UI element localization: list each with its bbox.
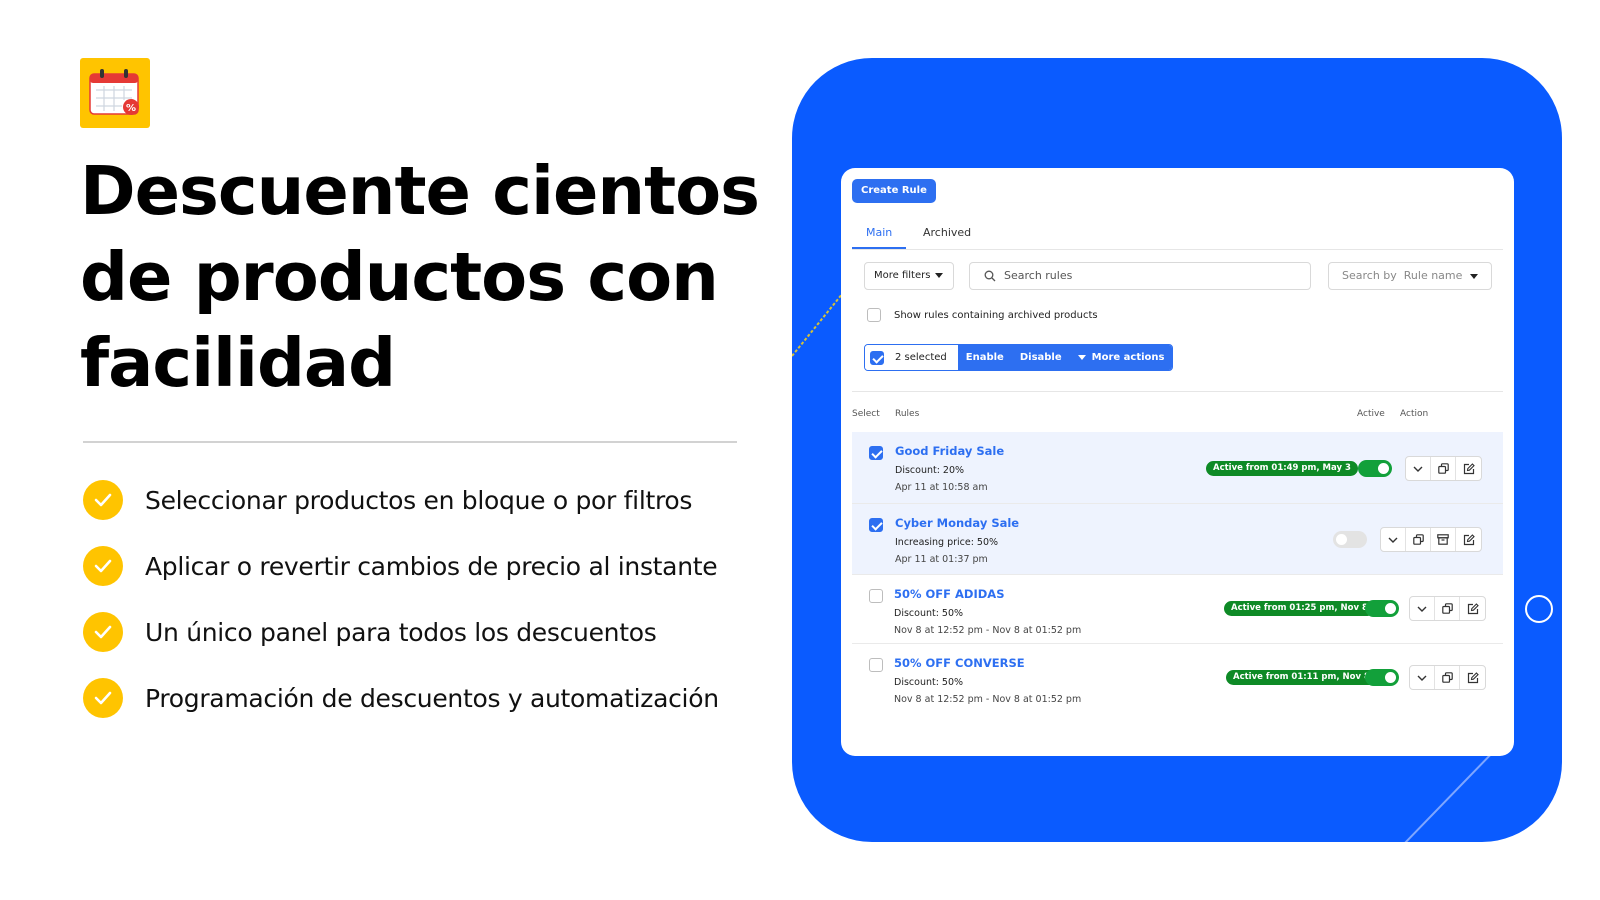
- row-checkbox[interactable]: [869, 446, 883, 460]
- tab-archived[interactable]: Archived: [923, 226, 971, 248]
- row-checkbox[interactable]: [869, 518, 883, 532]
- copy-icon[interactable]: [1431, 457, 1456, 480]
- feature-item: Aplicar o revertir cambios de precio al …: [83, 546, 719, 612]
- active-toggle[interactable]: [1365, 669, 1399, 686]
- feature-text: Un único panel para todos los descuentos: [145, 618, 657, 647]
- separator: [852, 391, 1503, 392]
- show-archived-label: Show rules containing archived products: [894, 309, 1098, 321]
- edit-icon[interactable]: [1460, 597, 1485, 620]
- column-header-select: Select: [852, 409, 880, 419]
- row-actions: [1409, 596, 1486, 621]
- rule-name-link[interactable]: Good Friday Sale: [895, 444, 1004, 458]
- check-icon: [83, 678, 123, 718]
- chevron-down-icon[interactable]: [1410, 597, 1435, 620]
- caret-down-icon: [935, 272, 944, 278]
- rule-description: Increasing price: 50%: [895, 537, 999, 548]
- table-row[interactable]: Cyber Monday Sale Increasing price: 50% …: [852, 504, 1503, 575]
- feature-item: Programación de descuentos y automatizac…: [83, 678, 719, 744]
- edit-icon[interactable]: [1460, 666, 1485, 689]
- table-row[interactable]: 50% OFF CONVERSE Discount: 50% Nov 8 at …: [852, 644, 1503, 714]
- check-icon: [83, 612, 123, 652]
- feature-text: Seleccionar productos en bloque o por fi…: [145, 486, 693, 515]
- calendar-discount-icon: %: [89, 69, 139, 115]
- create-rule-button[interactable]: Create Rule: [852, 179, 936, 203]
- feature-item: Un único panel para todos los descuentos: [83, 612, 719, 678]
- caret-down-icon: [1077, 355, 1086, 360]
- check-icon: [83, 546, 123, 586]
- chevron-down-icon[interactable]: [1406, 457, 1431, 480]
- show-archived-toggle[interactable]: Show rules containing archived products: [867, 308, 1098, 322]
- row-checkbox[interactable]: [869, 589, 883, 603]
- feature-list: Seleccionar productos en bloque o por fi…: [83, 480, 719, 744]
- rule-description: Discount: 50%: [894, 608, 964, 619]
- more-filters-label: More filters: [874, 270, 931, 281]
- edit-icon[interactable]: [1456, 457, 1481, 480]
- rule-description: Discount: 20%: [895, 465, 965, 476]
- svg-text:%: %: [126, 103, 136, 114]
- tab-bar: Main Archived: [852, 220, 1503, 250]
- rules-app-window: Create Rule Main Archived More filters S…: [841, 168, 1514, 756]
- headline: Descuente cientos de productos con facil…: [80, 152, 760, 402]
- enable-button[interactable]: Enable: [957, 345, 1012, 370]
- check-icon: [83, 480, 123, 520]
- divider: [83, 441, 737, 443]
- copy-icon[interactable]: [1435, 597, 1460, 620]
- table-row[interactable]: 50% OFF ADIDAS Discount: 50% Nov 8 at 12…: [852, 575, 1503, 644]
- more-actions-button[interactable]: More actions: [1069, 345, 1173, 370]
- feature-text: Programación de descuentos y automatizac…: [145, 684, 719, 713]
- decorative-ring: [1525, 595, 1553, 623]
- rule-date: Apr 11 at 10:58 am: [895, 482, 988, 493]
- active-toggle[interactable]: [1365, 600, 1399, 617]
- rule-description: Discount: 50%: [894, 677, 964, 688]
- chevron-down-icon[interactable]: [1410, 666, 1435, 689]
- rule-date: Apr 11 at 01:37 pm: [895, 554, 988, 565]
- select-all-checkbox[interactable]: [870, 350, 884, 365]
- caret-down-icon: [1470, 273, 1479, 279]
- status-badge: Active from 01:25 pm, Nov 8: [1224, 601, 1375, 616]
- search-by-label: Search by Rule name: [1342, 269, 1463, 282]
- column-header-rules: Rules: [895, 409, 920, 419]
- feature-item: Seleccionar productos en bloque o por fi…: [83, 480, 719, 546]
- table-row[interactable]: Good Friday Sale Discount: 20% Apr 11 at…: [852, 432, 1503, 504]
- edit-icon[interactable]: [1456, 528, 1481, 551]
- rule-name-link[interactable]: 50% OFF CONVERSE: [894, 656, 1025, 670]
- app-logo: %: [80, 58, 150, 128]
- copy-icon[interactable]: [1406, 528, 1431, 551]
- row-actions: [1409, 665, 1486, 690]
- archive-icon[interactable]: [1431, 528, 1456, 551]
- feature-text: Aplicar o revertir cambios de precio al …: [145, 552, 718, 581]
- search-by-dropdown[interactable]: Search by Rule name: [1328, 262, 1492, 290]
- column-header-action: Action: [1400, 409, 1429, 419]
- rule-date: Nov 8 at 12:52 pm - Nov 8 at 01:52 pm: [894, 694, 1082, 705]
- status-badge: Active from 01:11 pm, Nov 8: [1226, 670, 1377, 685]
- disable-button[interactable]: Disable: [1011, 345, 1070, 370]
- tab-main[interactable]: Main: [852, 226, 907, 249]
- more-actions-label: More actions: [1091, 352, 1165, 363]
- column-header-active: Active: [1357, 409, 1385, 419]
- row-checkbox[interactable]: [869, 658, 883, 672]
- status-badge: Active from 01:49 pm, May 3: [1206, 461, 1358, 476]
- show-archived-checkbox[interactable]: [867, 308, 881, 322]
- search-icon: [984, 270, 996, 282]
- rule-date: Nov 8 at 12:52 pm - Nov 8 at 01:52 pm: [894, 625, 1082, 636]
- copy-icon[interactable]: [1435, 666, 1460, 689]
- chevron-down-icon[interactable]: [1381, 528, 1406, 551]
- row-actions: [1380, 527, 1482, 552]
- bulk-action-bar: 2 selected Enable Disable More actions: [864, 344, 1174, 371]
- search-placeholder: Search rules: [1004, 269, 1073, 282]
- row-actions: [1405, 456, 1482, 481]
- active-toggle[interactable]: [1358, 460, 1392, 477]
- rule-name-link[interactable]: Cyber Monday Sale: [895, 516, 1019, 530]
- rule-name-link[interactable]: 50% OFF ADIDAS: [894, 587, 1004, 601]
- search-input[interactable]: Search rules: [969, 262, 1311, 290]
- decorative-line: [1404, 748, 1498, 842]
- active-toggle[interactable]: [1333, 531, 1367, 548]
- bulk-selected[interactable]: 2 selected: [865, 345, 958, 370]
- selected-count: 2 selected: [895, 352, 947, 363]
- more-filters-dropdown[interactable]: More filters: [864, 262, 954, 290]
